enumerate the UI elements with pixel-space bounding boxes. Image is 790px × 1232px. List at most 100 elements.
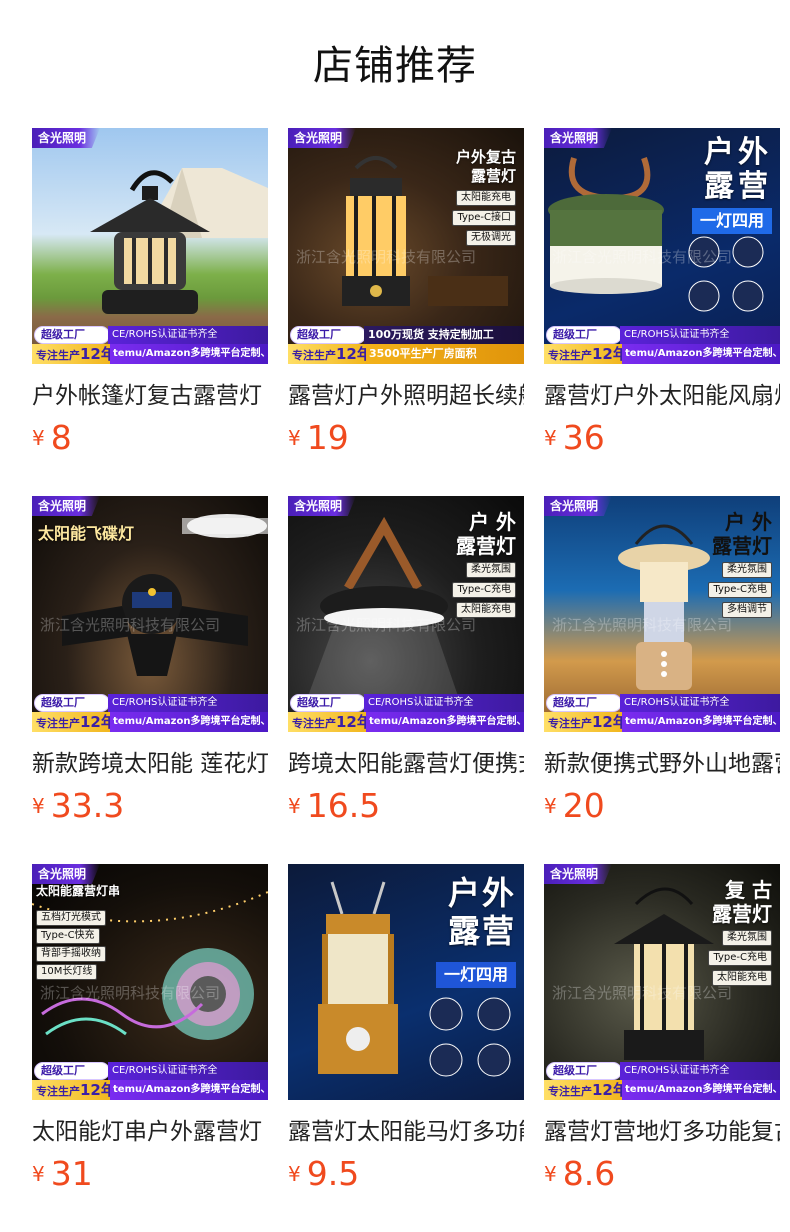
product-name[interactable]: 新款便携式野外山地露营灯 xyxy=(544,750,780,778)
brand-tag: 含光照明 xyxy=(544,496,613,516)
product-card[interactable]: 太阳能露营灯串 五档灯光模式 Type-C快充 背部手摇收纳 10M长灯线 浙江… xyxy=(32,864,270,1204)
price-value: 8.6 xyxy=(562,1154,616,1193)
feature-tag: 柔光氛围 xyxy=(466,562,516,578)
price-value: 33.3 xyxy=(50,786,125,825)
product-name[interactable]: 露营灯户外照明超长续航 xyxy=(288,382,524,410)
badge-row: 超级工厂 CE/ROHS认证证书齐全 专注生产12年 temu/Amazon多跨… xyxy=(544,1062,780,1100)
product-image[interactable]: 复 古 露营灯 柔光氛围 Type-C充电 太阳能充电 浙江含光照明科技有限公司… xyxy=(544,864,780,1100)
overlay-band: 一灯四用 xyxy=(691,208,772,234)
custom-badge: temu/Amazon多跨境平台定制、贴标 xyxy=(622,344,780,364)
custom-badge: temu/Amazon多跨境平台定制、贴标 xyxy=(110,712,268,732)
product-image[interactable]: 户 外 露营灯 柔光氛围 Type-C充电 多档调节 浙江含光照明科技有限公司 … xyxy=(544,496,780,732)
product-price: ¥33.3 xyxy=(32,786,124,826)
product-card[interactable]: 户 外 露营灯 柔光氛围 Type-C充电 太阳能充电 浙江含光照明科技有限公司… xyxy=(288,496,526,836)
cert-badge: CE/ROHS认证证书齐全 xyxy=(108,694,268,712)
cert-badge: CE/ROHS认证证书齐全 xyxy=(108,1062,268,1080)
years-prefix: 专注生产 xyxy=(548,717,592,730)
brand-tag: 含光照明 xyxy=(32,128,101,148)
product-card[interactable]: 太阳能飞碟灯 浙江含光照明科技有限公司 含光照明 超级工厂 CE/ROHS认证证… xyxy=(32,496,270,836)
feature-tag: 无极调光 xyxy=(466,230,516,246)
product-grid: 含光照明 超级工厂 CE/ROHS认证证书齐全 专注生产12年 temu/Ama… xyxy=(0,0,790,1232)
years-badge: 专注生产12年 xyxy=(32,1080,116,1100)
currency-symbol: ¥ xyxy=(544,426,557,450)
product-card[interactable]: 复 古 露营灯 柔光氛围 Type-C充电 太阳能充电 浙江含光照明科技有限公司… xyxy=(544,864,782,1204)
badge-row: 超级工厂 CE/ROHS认证证书齐全 专注生产12年 temu/Amazon多跨… xyxy=(544,694,780,732)
product-image[interactable]: 户外复古 露营灯 太阳能充电 Type-C接口 无极调光 浙江含光照明科技有限公… xyxy=(288,128,524,364)
years-badge: 专注生产12年 xyxy=(32,712,116,732)
cert-badge: CE/ROHS认证证书齐全 xyxy=(620,1062,780,1080)
product-name[interactable]: 露营灯太阳能马灯多功能 xyxy=(288,1118,524,1146)
factory-badge: 超级工厂 xyxy=(290,694,366,712)
product-price: ¥36 xyxy=(544,418,605,458)
brand-tag: 含光照明 xyxy=(288,496,357,516)
product-price: ¥8 xyxy=(32,418,72,458)
overlay-title: 户 外 露营灯 xyxy=(712,510,772,558)
overlay-title: 户外 露营 xyxy=(447,874,516,950)
product-name[interactable]: 太阳能灯串户外露营灯 xyxy=(32,1118,268,1146)
badge-row: 超级工厂 100万现货 支持定制加工 专注生产12年 3500平生产厂房面积 xyxy=(288,326,524,364)
factory-badge: 超级工厂 xyxy=(34,1062,110,1080)
watermark: 浙江含光照明科技有限公司 xyxy=(552,248,733,266)
years-prefix: 专注生产 xyxy=(548,349,592,362)
brand-tag: 含光照明 xyxy=(544,864,613,884)
factory-badge: 超级工厂 xyxy=(546,1062,622,1080)
currency-symbol: ¥ xyxy=(544,1162,557,1186)
brand-tag: 含光照明 xyxy=(32,864,101,884)
feature-list: 太阳能充电 Type-C接口 无极调光 xyxy=(452,190,516,246)
watermark: 浙江含光照明科技有限公司 xyxy=(296,248,477,266)
years-badge: 专注生产12年 xyxy=(32,344,116,364)
factory-badge: 超级工厂 xyxy=(290,326,366,344)
product-name[interactable]: 露营灯户外太阳能风扇灯 xyxy=(544,382,780,410)
cert-badge: CE/ROHS认证证书齐全 xyxy=(620,694,780,712)
product-price: ¥9.5 xyxy=(288,1154,359,1194)
factory-area-badge: 3500平生产厂房面积 xyxy=(366,344,524,364)
product-card[interactable]: 含光照明 超级工厂 CE/ROHS认证证书齐全 专注生产12年 temu/Ama… xyxy=(32,128,270,468)
feature-list: 柔光氛围 Type-C充电 太阳能充电 xyxy=(452,562,516,618)
overlay-title: 太阳能飞碟灯 xyxy=(38,524,135,543)
feature-tag: 10M长灯线 xyxy=(36,964,98,980)
product-image[interactable]: 户外 露营 一灯四用 含光照明 xyxy=(288,864,524,1100)
brand-tag: 含光照明 xyxy=(32,496,101,516)
price-value: 31 xyxy=(50,1154,93,1193)
product-card[interactable]: 户外 露营 一灯四用 浙江含光照明科技有限公司 含光照明 超级工厂 CE/ROH… xyxy=(544,128,782,468)
overlay-title: 太阳能露营灯串 xyxy=(36,884,121,898)
product-image[interactable]: 太阳能露营灯串 五档灯光模式 Type-C快充 背部手摇收纳 10M长灯线 浙江… xyxy=(32,864,268,1100)
badge-row: 超级工厂 CE/ROHS认证证书齐全 专注生产12年 temu/Amazon多跨… xyxy=(544,326,780,364)
feature-tag: 背部手摇收纳 xyxy=(36,946,106,962)
cert-badge: CE/ROHS认证证书齐全 xyxy=(108,326,268,344)
product-image[interactable]: 户 外 露营灯 柔光氛围 Type-C充电 太阳能充电 浙江含光照明科技有限公司… xyxy=(288,496,524,732)
currency-symbol: ¥ xyxy=(32,794,45,818)
price-value: 36 xyxy=(562,418,605,457)
years-prefix: 专注生产 xyxy=(292,717,336,730)
brand-tag: 含光照明 xyxy=(544,128,613,148)
watermark: 浙江含光照明科技有限公司 xyxy=(552,984,733,1002)
watermark: 浙江含光照明科技有限公司 xyxy=(40,616,221,634)
years-badge: 专注生产12年 xyxy=(544,344,628,364)
product-name[interactable]: 新款跨境太阳能 莲花灯 xyxy=(32,750,268,778)
price-value: 20 xyxy=(562,786,605,825)
feature-tag: 柔光氛围 xyxy=(722,562,772,578)
product-card[interactable]: 户外 露营 一灯四用 含光照明 露营灯太阳能马灯多功能 ¥9.5 xyxy=(288,864,526,1204)
factory-badge: 超级工厂 xyxy=(34,694,110,712)
product-card[interactable]: 户外复古 露营灯 太阳能充电 Type-C接口 无极调光 浙江含光照明科技有限公… xyxy=(288,128,526,468)
feature-list: 五档灯光模式 Type-C快充 背部手摇收纳 10M长灯线 xyxy=(36,910,106,980)
currency-symbol: ¥ xyxy=(288,794,301,818)
product-card[interactable]: 户 外 露营灯 柔光氛围 Type-C充电 多档调节 浙江含光照明科技有限公司 … xyxy=(544,496,782,836)
product-name[interactable]: 户外帐篷灯复古露营灯 xyxy=(32,382,268,410)
factory-badge: 超级工厂 xyxy=(546,694,622,712)
custom-badge: temu/Amazon多跨境平台定制、贴标 xyxy=(366,712,524,732)
product-price: ¥19 xyxy=(288,418,349,458)
currency-symbol: ¥ xyxy=(288,426,301,450)
product-image[interactable]: 户外 露营 一灯四用 浙江含光照明科技有限公司 含光照明 超级工厂 CE/ROH… xyxy=(544,128,780,364)
badge-row: 超级工厂 CE/ROHS认证证书齐全 专注生产12年 temu/Amazon多跨… xyxy=(32,326,268,364)
product-name[interactable]: 跨境太阳能露营灯便携式 xyxy=(288,750,524,778)
product-image[interactable]: 太阳能飞碟灯 浙江含光照明科技有限公司 含光照明 超级工厂 CE/ROHS认证证… xyxy=(32,496,268,732)
watermark: 浙江含光照明科技有限公司 xyxy=(552,616,733,634)
overlay-title: 复 古 露营灯 xyxy=(712,878,772,926)
product-name[interactable]: 露营灯营地灯多功能复古 xyxy=(544,1118,780,1146)
product-image[interactable]: 含光照明 超级工厂 CE/ROHS认证证书齐全 专注生产12年 temu/Ama… xyxy=(32,128,268,364)
years-badge: 专注生产12年 xyxy=(544,712,628,732)
currency-symbol: ¥ xyxy=(32,426,45,450)
years-prefix: 专注生产 xyxy=(36,717,80,730)
badge-row: 超级工厂 CE/ROHS认证证书齐全 专注生产12年 temu/Amazon多跨… xyxy=(32,694,268,732)
